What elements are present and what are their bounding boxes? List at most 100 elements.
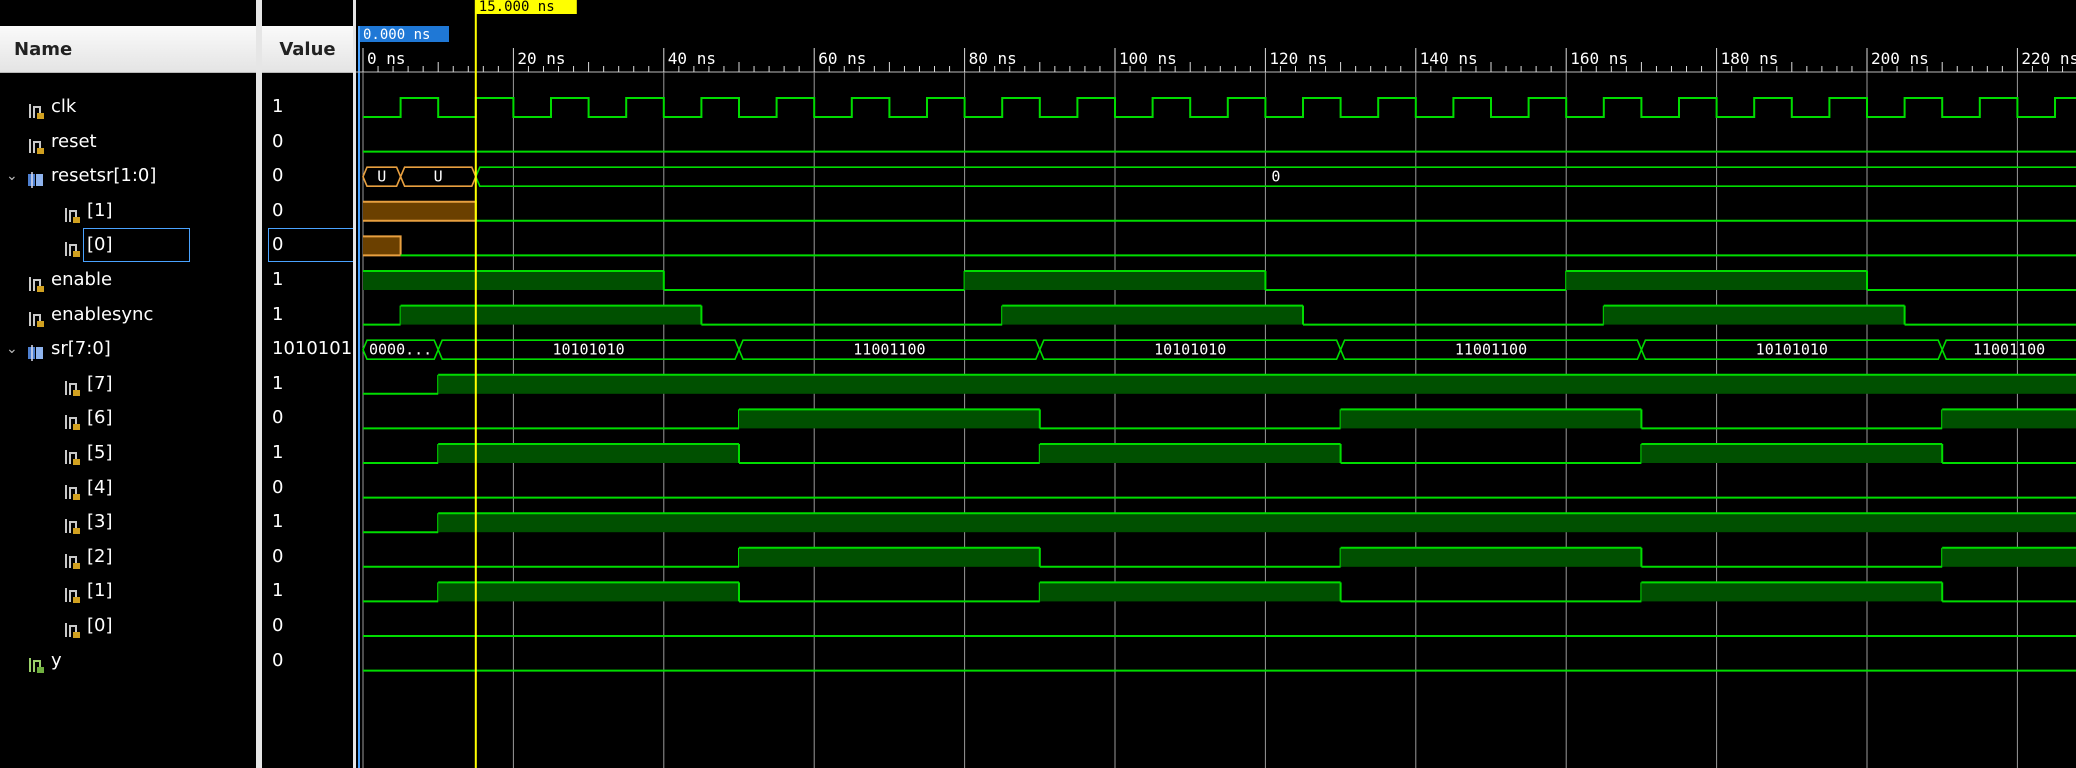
bus-value-label: U — [377, 168, 386, 186]
high-fill — [1039, 582, 1341, 602]
signal-row-1-14[interactable]: [1] — [0, 574, 256, 608]
clock-trace — [363, 97, 2076, 118]
high-fill — [1566, 271, 1867, 290]
signal-row-enable-5[interactable]: enable — [0, 263, 256, 297]
time-tick-label: 220 ns — [2021, 49, 2076, 68]
waveform-canvas[interactable]: 0 ns 20 ns 40 ns 60 ns 80 ns 100 ns 120 ns 140 … — [356, 0, 2076, 768]
signal-value-6: 0 — [272, 407, 284, 429]
signal-row-6-9[interactable]: [6] — [0, 401, 256, 435]
undefined-region — [363, 201, 476, 221]
high-fill — [739, 547, 1040, 567]
signal-row-sr-7-0-7[interactable]: ⌄ sr[7:0] — [0, 332, 256, 366]
signal-value-resetsr-1-0: 0 — [272, 165, 284, 187]
wave-resetsr-1-0-2[interactable]: U U 0 — [362, 166, 2076, 187]
wave-enablesync-6[interactable] — [363, 304, 2076, 326]
value-column-label: Value — [279, 39, 336, 60]
wave-7-8[interactable] — [363, 373, 2076, 395]
high-fill — [1340, 409, 1642, 429]
signal-name: enable — [51, 269, 113, 290]
wave-6-9[interactable] — [363, 408, 2076, 430]
signal-value-enable: 1 — [272, 269, 284, 290]
signal-value-5: 1 — [272, 442, 284, 463]
bus-value-label: 0000... — [369, 341, 432, 359]
chevron-down-icon[interactable]: ⌄ — [6, 159, 20, 193]
signal-value-4: 0 — [272, 476, 284, 498]
bus-value-label: 10101010 — [552, 341, 624, 359]
origin-marker-line — [358, 26, 360, 768]
signal-value-pane[interactable]: Value 100001110101010101010100 — [262, 0, 353, 768]
wave-0-4[interactable] — [363, 235, 2076, 257]
wave-1-3[interactable] — [363, 200, 2076, 222]
signal-row-0-15[interactable]: [0] — [0, 609, 256, 643]
signal-name-pane[interactable]: Name clk reset ⌄ resetsr[1:0] [1] [0] enable en… — [0, 0, 256, 768]
wave-1-14[interactable] — [363, 581, 2076, 603]
high-fill — [438, 582, 739, 602]
signal-row-y-16[interactable]: y — [0, 644, 256, 678]
signal-value-y: 0 — [272, 649, 284, 671]
bus-value-label: 10101010 — [1756, 341, 1828, 359]
value-column-header[interactable]: Value — [262, 26, 353, 73]
high-fill — [1603, 305, 1905, 325]
high-fill — [438, 444, 739, 463]
signal-row-resetsr-1-0-2[interactable]: ⌄ resetsr[1:0] — [0, 159, 256, 193]
signal-row-2-13[interactable]: [2] — [0, 540, 256, 574]
time-tick-label: 40 ns — [668, 49, 716, 68]
high-fill — [1942, 547, 2076, 567]
signal-row-7-8[interactable]: [7] — [0, 367, 256, 401]
signal-row-3-12[interactable]: [3] — [0, 505, 256, 539]
signal-name: clk — [51, 96, 77, 117]
time-tick-label: 20 ns — [517, 49, 565, 68]
signal-row-enablesync-6[interactable]: enablesync — [0, 298, 256, 332]
selected-value-outline — [268, 228, 353, 263]
high-fill — [438, 374, 2076, 394]
wave-clk-0[interactable] — [363, 97, 2076, 118]
signal-icon — [26, 133, 46, 154]
high-fill — [1641, 444, 1943, 463]
high-fill — [1039, 444, 1341, 463]
wave-sr-7-0-7[interactable]: 0000... 10101010 11001100 10101010 11001100 1… — [362, 339, 2076, 360]
time-tick-label: 160 ns — [1570, 49, 1628, 68]
signal-icon — [26, 271, 46, 292]
signal-name: [7] — [87, 372, 113, 394]
signal-value-0: 0 — [272, 615, 284, 636]
signal-icon — [62, 513, 82, 535]
signal-icon — [62, 444, 82, 465]
bus-icon — [26, 340, 46, 362]
chevron-down-icon[interactable]: ⌄ — [6, 332, 20, 366]
signal-row-1-3[interactable]: [1] — [0, 194, 256, 228]
time-tick-label: 140 ns — [1420, 49, 1478, 68]
time-tick-label: 200 ns — [1871, 49, 1929, 68]
time-tick-label: 180 ns — [1721, 49, 1779, 68]
time-tick-label: 120 ns — [1269, 49, 1327, 68]
signal-name: sr[7:0] — [51, 338, 111, 360]
signal-name: reset — [51, 130, 97, 152]
signal-row-reset-1[interactable]: reset — [0, 125, 256, 159]
wave-5-10[interactable] — [363, 443, 2076, 464]
high-fill — [363, 271, 664, 290]
wave-2-13[interactable] — [363, 546, 2076, 568]
wave-enable-5[interactable] — [363, 270, 2076, 291]
signal-icon — [26, 306, 46, 327]
selected-signal-outline — [83, 228, 190, 263]
signal-value-7: 1 — [272, 372, 284, 394]
time-tick-label: 60 ns — [818, 49, 866, 68]
signal-icon — [62, 409, 82, 431]
bus-value-label: 11001100 — [853, 341, 925, 359]
signal-name: resetsr[1:0] — [51, 165, 157, 187]
signal-row-5-10[interactable]: [5] — [0, 436, 256, 470]
signal-name: [6] — [87, 407, 113, 429]
bus-value-label: 11001100 — [1455, 341, 1527, 359]
signal-value-2: 0 — [272, 545, 284, 567]
waveform-pane[interactable]: 0 ns 20 ns 40 ns 60 ns 80 ns 100 ns 120 ns 140 … — [356, 0, 2076, 768]
signal-icon — [62, 548, 82, 569]
signal-row-4-11[interactable]: [4] — [0, 471, 256, 505]
signal-row-0-4[interactable]: [0] — [0, 228, 256, 263]
signal-icon — [26, 98, 46, 119]
signal-value-clk: 1 — [272, 96, 284, 117]
signal-name: [0] — [87, 615, 113, 636]
wave-3-12[interactable] — [363, 512, 2076, 534]
signal-row-clk-0[interactable]: clk — [0, 90, 256, 124]
signal-name: [3] — [87, 511, 113, 533]
time-ruler[interactable]: 0 ns 20 ns 40 ns 60 ns 80 ns 100 ns 120 ns 140 … — [356, 48, 2076, 73]
name-column-header[interactable]: Name — [0, 26, 256, 73]
